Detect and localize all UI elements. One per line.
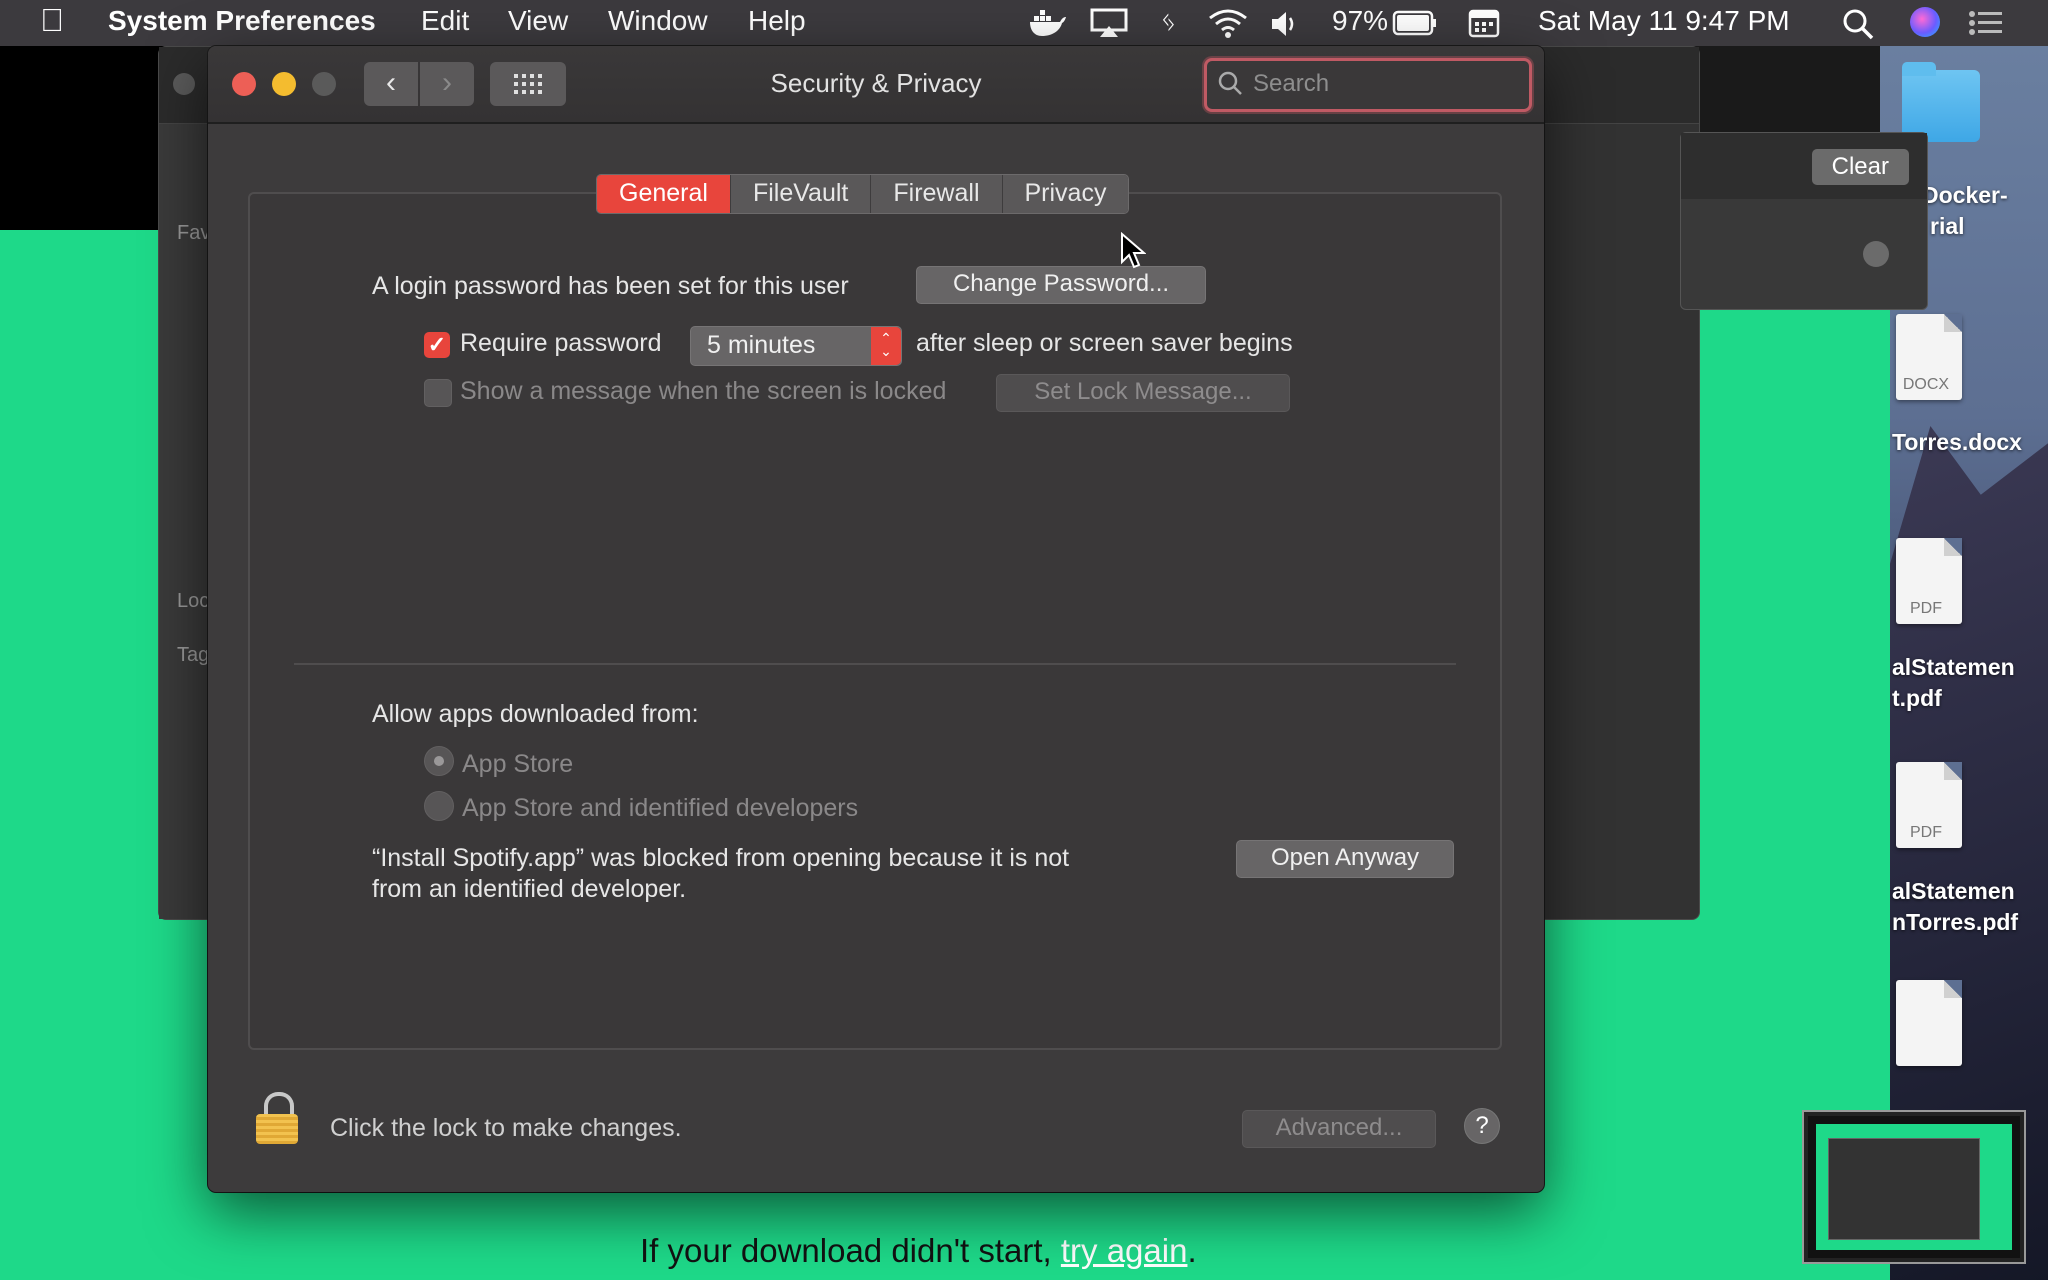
desktop-label[interactable]: Torres.docx xyxy=(1892,427,2022,458)
show-message-checkbox[interactable] xyxy=(424,379,452,407)
app-menu[interactable]: System Preferences xyxy=(108,5,376,37)
blocked-message-line2: from an identified developer. xyxy=(372,875,687,903)
spotlight-icon[interactable] xyxy=(1842,8,1874,40)
radio-app-store[interactable] xyxy=(424,746,454,776)
download-text: If your download didn't start, xyxy=(640,1232,1052,1269)
screenshot-thumbnail[interactable] xyxy=(1804,1112,2024,1262)
tab-privacy[interactable]: Privacy xyxy=(1002,175,1129,213)
tab-content-panel xyxy=(248,192,1502,1050)
updown-arrows-icon: ⌃ ⌄ xyxy=(871,327,901,365)
require-password-delay-select[interactable]: 5 minutes ⌃ ⌄ xyxy=(690,326,902,366)
tab-filevault[interactable]: FileVault xyxy=(730,175,872,213)
require-password-label: Require password xyxy=(460,329,662,357)
desktop-label[interactable]: t.pdf xyxy=(1892,683,1942,714)
menu-view[interactable]: View xyxy=(508,5,568,37)
desktop-pdf-icon[interactable]: PDF xyxy=(1896,762,1962,848)
menu-bar:  System Preferences Edit View Window He… xyxy=(0,0,2048,46)
download-suffix: . xyxy=(1187,1232,1197,1269)
airplay-icon[interactable] xyxy=(1090,8,1128,38)
doc-type-tag: PDF xyxy=(1910,824,1942,841)
docker-icon[interactable] xyxy=(1028,8,1066,38)
desktop-label[interactable]: rial xyxy=(1930,211,1965,242)
magnifier-icon[interactable] xyxy=(1863,241,1889,267)
tab-firewall[interactable]: Firewall xyxy=(871,175,1003,213)
search-input[interactable] xyxy=(1251,67,1515,101)
desktop-label[interactable]: alStatemen xyxy=(1892,876,2015,907)
lock-text: Click the lock to make changes. xyxy=(330,1114,682,1142)
menu-edit[interactable]: Edit xyxy=(421,5,469,37)
desktop-label[interactable]: Docker- xyxy=(1922,180,2008,211)
battery-percent[interactable]: 97% xyxy=(1332,5,1388,37)
radio-identified-developers[interactable] xyxy=(424,791,454,821)
desktop-file-icon[interactable] xyxy=(1896,980,1962,1066)
menu-window[interactable]: Window xyxy=(608,5,708,37)
search-icon xyxy=(1218,71,1242,95)
download-message: If your download didn't start, try again… xyxy=(640,1232,1197,1270)
back-window-close-icon[interactable] xyxy=(173,73,195,95)
siri-icon[interactable] xyxy=(1910,7,1940,37)
desktop-pdf-icon[interactable]: PDF xyxy=(1896,538,1962,624)
change-password-button[interactable]: Change Password... xyxy=(916,266,1206,304)
sidebar-section-tags: Tag xyxy=(177,644,210,666)
downloads-window: Clear xyxy=(1680,132,1928,310)
wifi-icon[interactable] xyxy=(1208,8,1248,38)
mouse-cursor-icon xyxy=(1121,232,1146,269)
menu-help[interactable]: Help xyxy=(748,5,806,37)
desktop-label[interactable]: alStatemen xyxy=(1892,652,2015,683)
checkmark-icon: ✓ xyxy=(427,332,447,357)
doc-type-tag: PDF xyxy=(1910,600,1942,617)
set-lock-message-button[interactable]: Set Lock Message... xyxy=(996,374,1290,412)
show-message-label: Show a message when the screen is locked xyxy=(460,377,947,405)
bluetooth-icon[interactable]: ᛃ xyxy=(1160,6,1177,38)
delay-value: 5 minutes xyxy=(707,331,816,359)
sidebar-section-locations: Loc xyxy=(177,590,210,612)
desktop-label[interactable]: nTorres.pdf xyxy=(1892,907,2018,938)
tab-general[interactable]: General xyxy=(597,175,731,213)
sidebar-section-favorites: Fav xyxy=(177,222,211,244)
clear-button[interactable]: Clear xyxy=(1811,149,1909,185)
thumbnail-window xyxy=(1828,1138,1980,1240)
downloads-topbar: Clear xyxy=(1681,133,1927,199)
lock-body xyxy=(256,1114,298,1144)
calendar-icon[interactable] xyxy=(1468,8,1500,38)
search-field[interactable] xyxy=(1204,58,1532,112)
clock[interactable]: Sat May 11 9:47 PM xyxy=(1538,5,1790,37)
notification-center-icon[interactable] xyxy=(1968,10,2004,36)
radio-identified-developers-label: App Store and identified developers xyxy=(462,794,859,822)
open-anyway-button[interactable]: Open Anyway xyxy=(1236,840,1454,878)
radio-selected-dot xyxy=(434,756,444,766)
help-button[interactable]: ? xyxy=(1464,1108,1500,1144)
login-password-text: A login password has been set for this u… xyxy=(372,272,849,300)
volume-icon[interactable] xyxy=(1270,10,1300,38)
window-titlebar: ‹ › Security & Privacy xyxy=(208,46,1544,124)
blocked-message-line1: “Install Spotify.app” was blocked from o… xyxy=(372,844,1070,872)
security-privacy-window: ‹ › Security & Privacy General FileVault… xyxy=(208,46,1544,1192)
thumbnail-preview xyxy=(1816,1124,2012,1250)
lock-icon[interactable] xyxy=(256,1092,298,1144)
apple-icon[interactable]:  xyxy=(40,2,64,39)
after-sleep-text: after sleep or screen saver begins xyxy=(916,329,1293,357)
battery-icon[interactable] xyxy=(1392,10,1438,36)
advanced-button[interactable]: Advanced... xyxy=(1242,1110,1436,1148)
doc-type-tag: DOCX xyxy=(1902,376,1950,393)
allow-apps-heading: Allow apps downloaded from: xyxy=(372,700,699,728)
desktop-docx-icon[interactable]: DOCX xyxy=(1896,314,1962,400)
section-divider xyxy=(294,663,1456,665)
radio-app-store-label: App Store xyxy=(462,750,574,778)
try-again-link[interactable]: try again xyxy=(1061,1232,1188,1269)
require-password-checkbox[interactable]: ✓ xyxy=(424,332,450,358)
tab-bar: General FileVault Firewall Privacy xyxy=(596,174,1130,214)
